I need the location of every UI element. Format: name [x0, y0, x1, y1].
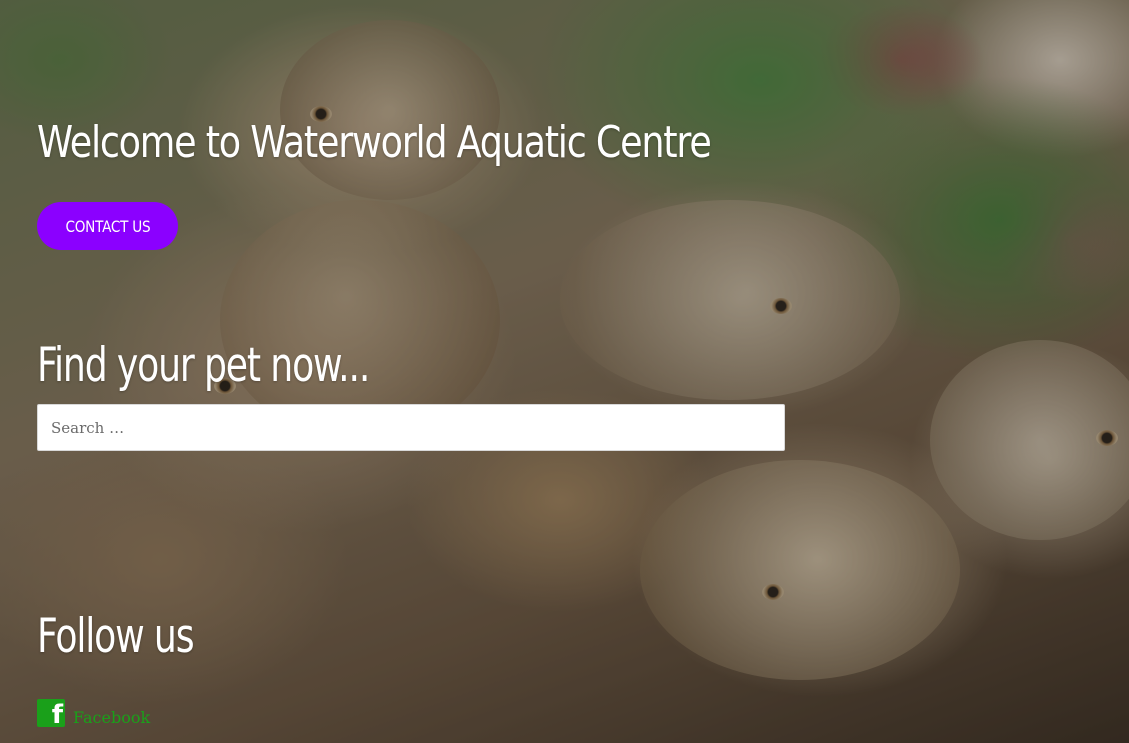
facebook-icon: f — [37, 699, 65, 727]
welcome-heading: Welcome to Waterworld Aquatic Centre — [37, 117, 712, 168]
facebook-label: Facebook — [73, 708, 151, 727]
hero-content: Welcome to Waterworld Aquatic Centre CON… — [37, 0, 797, 743]
contact-us-label: CONTACT US — [65, 216, 150, 236]
facebook-link[interactable]: f Facebook — [37, 699, 150, 727]
find-pet-heading: Find your pet now... — [37, 338, 370, 393]
search-input[interactable] — [37, 404, 785, 451]
follow-us-heading: Follow us — [37, 609, 195, 664]
contact-us-button[interactable]: CONTACT US — [37, 202, 178, 250]
